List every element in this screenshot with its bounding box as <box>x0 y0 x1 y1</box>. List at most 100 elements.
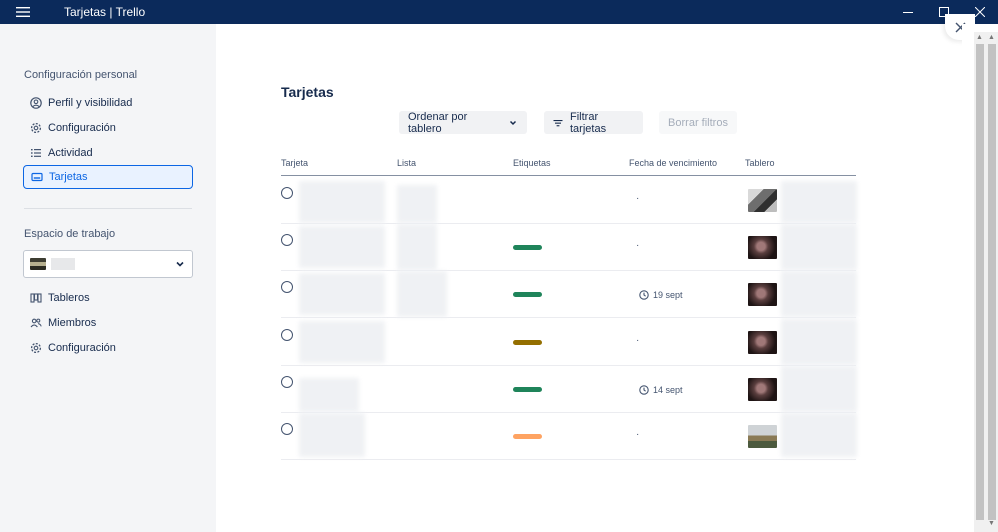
members-icon <box>30 317 42 329</box>
table-header: Tarjeta Lista Etiquetas Fecha de vencimi… <box>281 156 856 176</box>
column-header-card: Tarjeta <box>281 158 309 168</box>
board-name-redacted <box>781 366 857 412</box>
workspace-heading: Espacio de trabajo <box>24 228 116 240</box>
card-label <box>513 387 542 392</box>
due-date-empty: · <box>636 335 640 346</box>
sidebar-item-label: Configuración <box>48 342 116 354</box>
sidebar-item-label: Configuración <box>48 122 116 134</box>
table-row[interactable]: · <box>281 319 857 366</box>
card-name-redacted <box>299 273 385 315</box>
board-name-redacted <box>781 413 857 457</box>
sort-by-board-button[interactable]: Ordenar por tablero <box>399 110 527 135</box>
board-name-redacted <box>781 224 857 270</box>
board-name-redacted <box>781 271 857 317</box>
sidebar-item-cards[interactable]: Tarjetas <box>23 165 193 189</box>
board-thumbnail <box>748 331 777 354</box>
card-label <box>513 292 542 297</box>
workspace-thumbnail <box>30 258 46 270</box>
personal-settings-heading: Configuración personal <box>24 69 138 81</box>
complete-card-checkbox[interactable] <box>281 329 293 341</box>
sidebar-item-label: Miembros <box>48 317 97 329</box>
card-label <box>513 434 542 439</box>
hamburger-menu-icon[interactable] <box>0 0 46 24</box>
board-thumbnail <box>748 189 777 212</box>
scrollbar-thumb[interactable] <box>976 44 984 520</box>
board-thumbnail <box>748 236 777 259</box>
due-date: 19 sept <box>639 290 683 300</box>
due-date-text: 19 sept <box>653 290 683 300</box>
clock-icon <box>639 385 649 395</box>
complete-card-checkbox[interactable] <box>281 423 293 435</box>
due-date-empty: · <box>636 240 640 251</box>
sidebar-item-label: Actividad <box>48 147 93 159</box>
card-name-redacted <box>299 181 385 223</box>
sidebar-divider <box>24 208 192 209</box>
board-thumbnail <box>748 425 777 448</box>
sort-button-label: Ordenar por tablero <box>408 110 468 135</box>
filter-button-label: Filtrar tarjetas <box>570 110 607 135</box>
card-name-redacted <box>299 378 359 412</box>
vertical-scrollbar[interactable]: ▲ ▲ ▼ <box>962 24 998 532</box>
complete-card-checkbox[interactable] <box>281 187 293 199</box>
sidebar-item-boards[interactable]: Tableros <box>23 286 193 310</box>
list-name-redacted <box>397 185 437 223</box>
chevron-down-icon <box>509 120 517 125</box>
gear-icon <box>30 342 42 354</box>
minimize-icon[interactable] <box>890 0 926 24</box>
sidebar-item-activity[interactable]: Actividad <box>23 141 193 165</box>
clear-filters-button[interactable]: Borrar filtros <box>659 111 737 134</box>
due-date-empty: · <box>636 429 640 440</box>
table-row[interactable]: 14 sept <box>281 366 857 413</box>
sidebar-item-label: Perfil y visibilidad <box>48 97 133 109</box>
board-name-redacted <box>781 319 857 365</box>
chevron-down-icon <box>176 261 184 267</box>
filter-icon <box>553 119 563 126</box>
settings-sidebar: Configuración personal Perfil y visibili… <box>0 24 216 532</box>
scroll-up-arrow-icon[interactable]: ▲ <box>988 34 995 41</box>
title-bar: Tarjetas | Trello <box>0 0 998 24</box>
card-name-redacted <box>299 226 385 268</box>
table-row[interactable]: · <box>281 224 857 271</box>
filter-cards-button[interactable]: Filtrar tarjetas <box>544 110 643 135</box>
sidebar-item-settings[interactable]: Configuración <box>23 116 193 140</box>
page-title: Tarjetas <box>281 84 334 100</box>
window-title: Tarjetas | Trello <box>64 5 146 19</box>
due-date-empty: · <box>636 193 640 204</box>
complete-card-checkbox[interactable] <box>281 376 293 388</box>
sidebar-item-label: Tarjetas <box>49 171 88 183</box>
list-icon <box>30 147 42 159</box>
table-row[interactable]: · <box>281 177 857 224</box>
workspace-name-redacted <box>51 258 75 270</box>
column-header-labels: Etiquetas <box>513 158 551 168</box>
clock-icon <box>639 290 649 300</box>
user-circle-icon <box>30 97 42 109</box>
table-row[interactable]: 19 sept <box>281 271 857 318</box>
complete-card-checkbox[interactable] <box>281 234 293 246</box>
board-thumbnail <box>748 378 777 401</box>
due-date-text: 14 sept <box>653 385 683 395</box>
sidebar-item-profile[interactable]: Perfil y visibilidad <box>23 91 193 115</box>
boards-icon <box>30 292 42 304</box>
scroll-up-arrow-icon[interactable]: ▲ <box>976 34 983 41</box>
workspace-select[interactable] <box>23 250 193 278</box>
column-header-list: Lista <box>397 158 417 168</box>
card-icon <box>31 171 43 183</box>
sidebar-item-workspace-settings[interactable]: Configuración <box>23 336 193 360</box>
board-thumbnail <box>748 283 777 306</box>
gear-icon <box>30 122 42 134</box>
complete-card-checkbox[interactable] <box>281 281 293 293</box>
main-content: Tarjetas Ordenar por tablero Filtrar tar… <box>216 24 962 532</box>
scrollbar-thumb[interactable] <box>988 44 996 520</box>
column-header-due-date: Fecha de vencimiento <box>629 158 718 168</box>
board-name-redacted <box>781 181 857 223</box>
list-name-redacted <box>397 224 437 270</box>
due-date: 14 sept <box>639 385 683 395</box>
card-name-redacted <box>299 413 365 457</box>
card-label <box>513 340 542 345</box>
sidebar-item-members[interactable]: Miembros <box>23 311 193 335</box>
card-label <box>513 245 542 250</box>
scroll-down-arrow-icon[interactable]: ▼ <box>988 520 995 527</box>
table-row[interactable]: · <box>281 413 857 460</box>
list-name-redacted <box>397 271 447 317</box>
column-header-board: Tablero <box>745 158 775 168</box>
